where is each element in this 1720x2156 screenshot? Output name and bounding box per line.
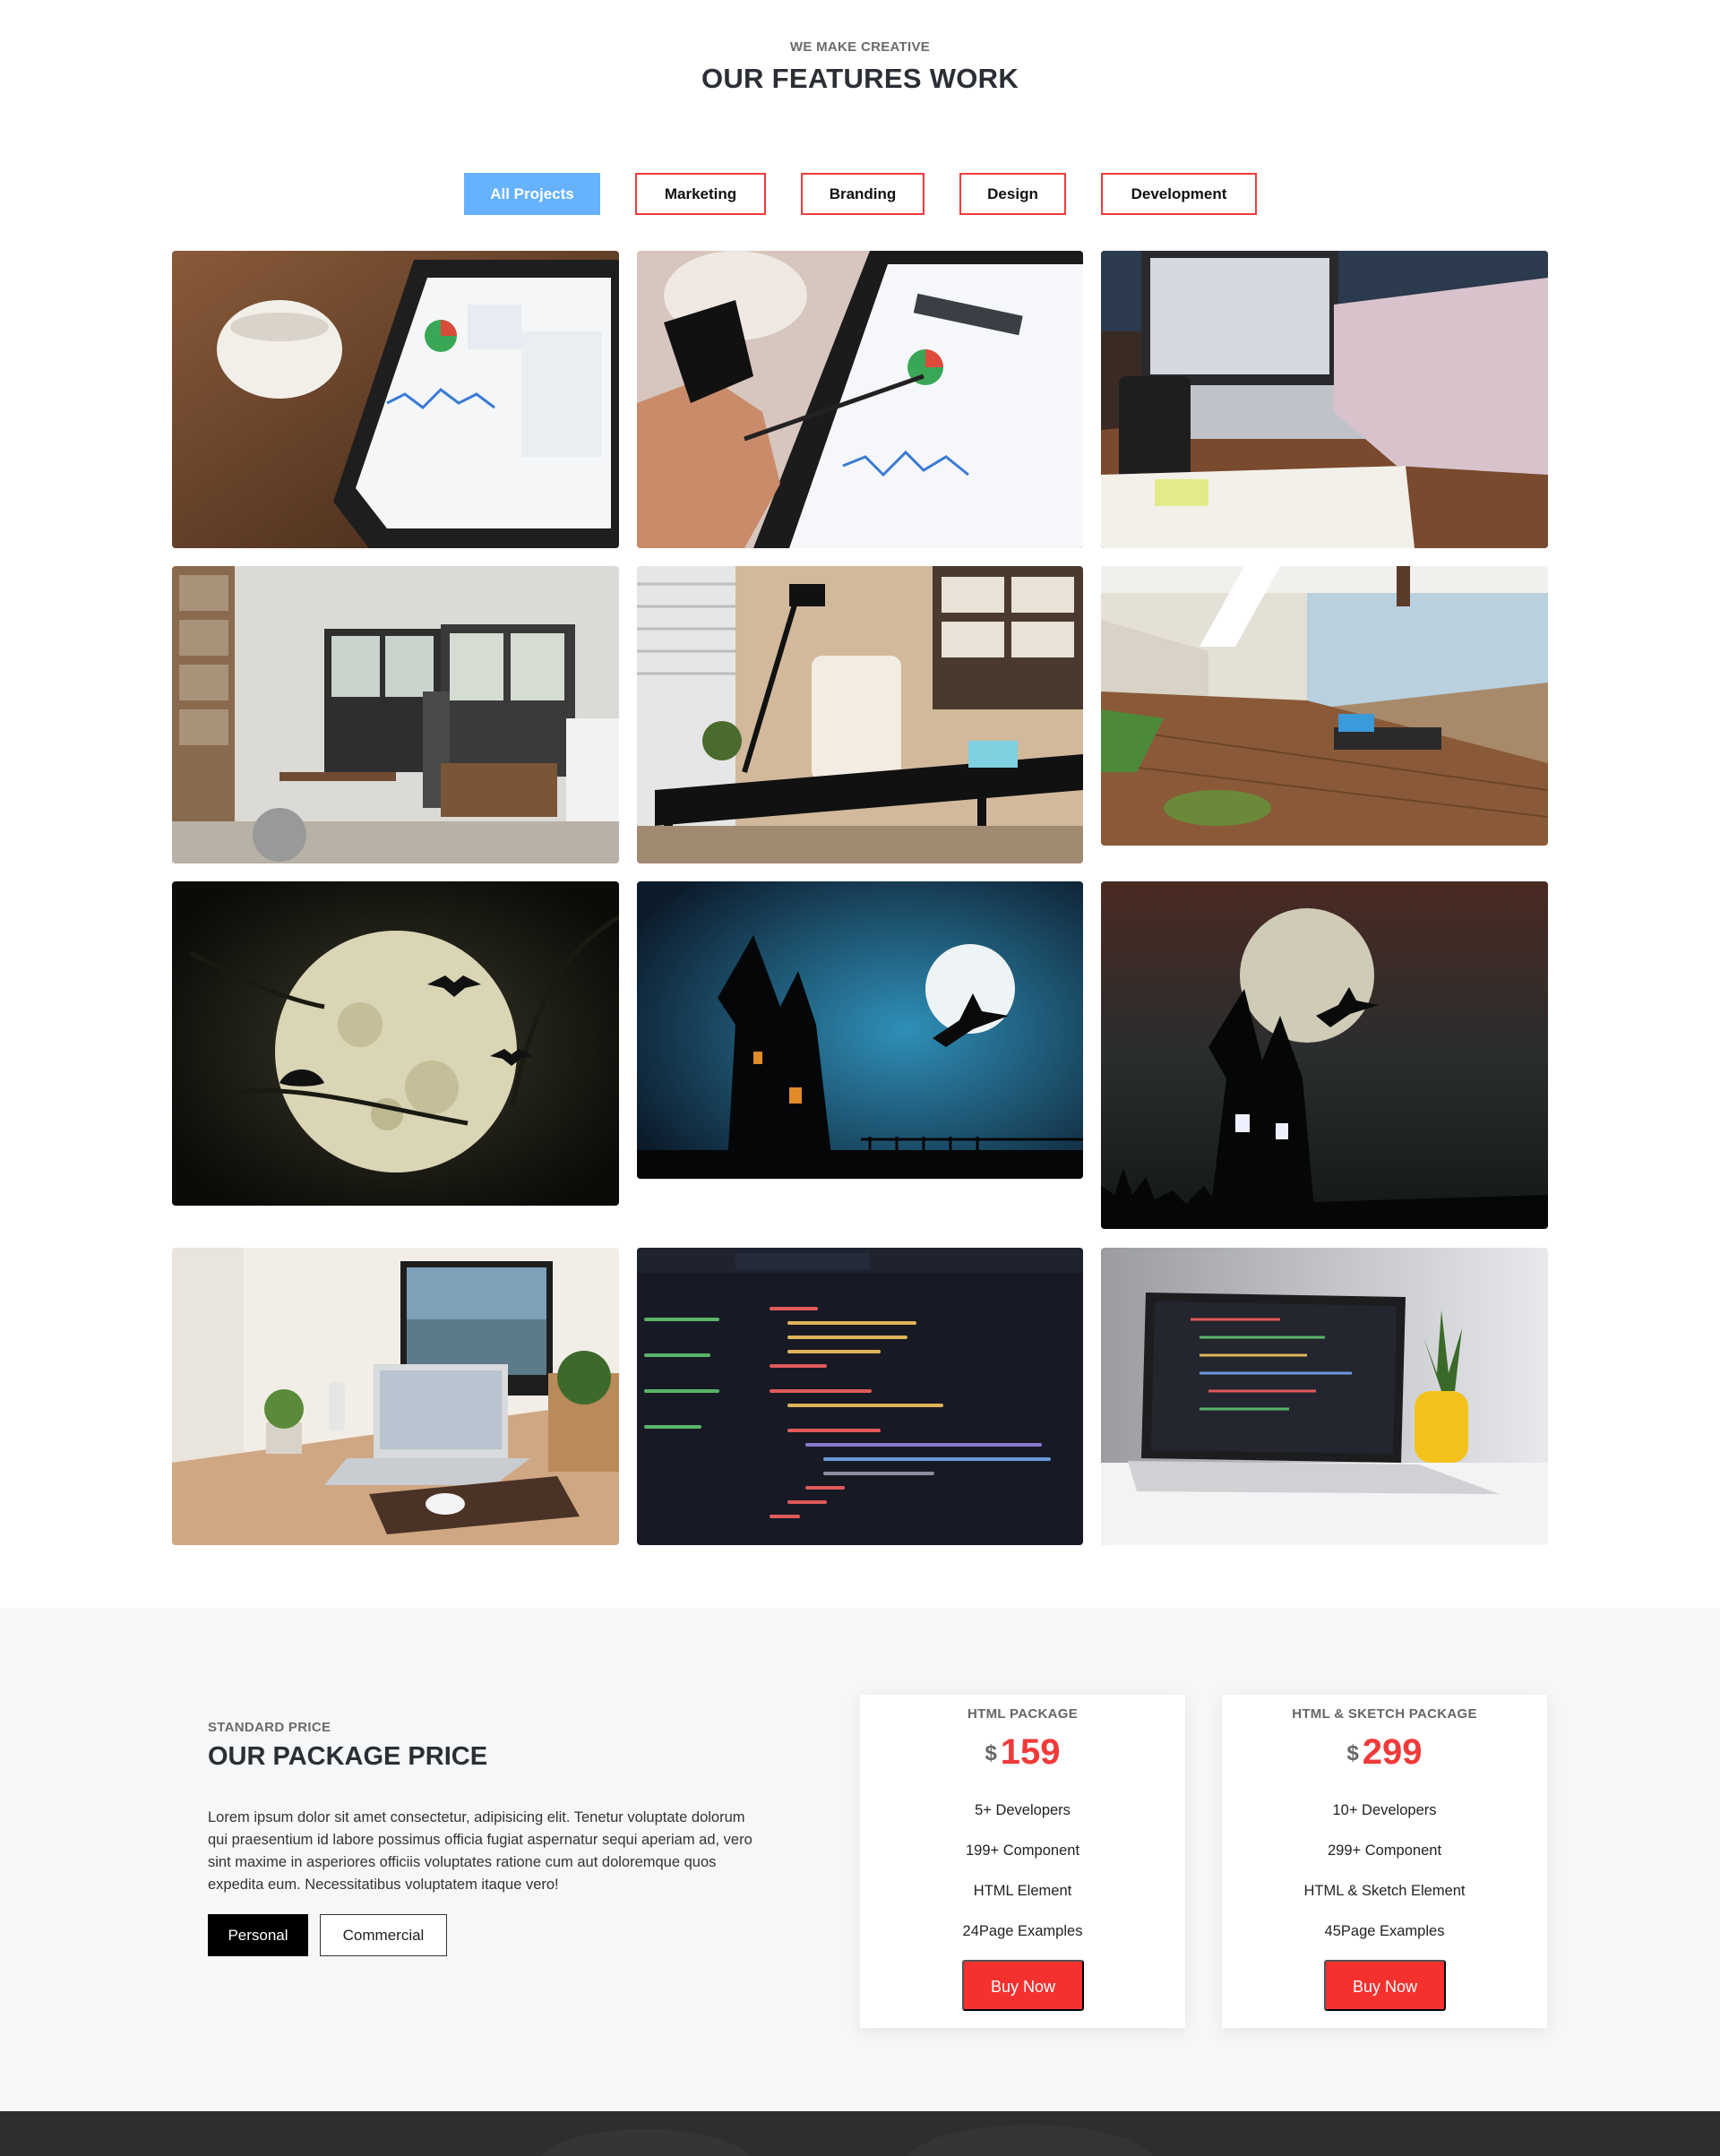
pricing-card-html: HTML PACKAGE $159 5+ Developers 199+ Com… (860, 1695, 1185, 2028)
package-feature: 5+ Developers (975, 1802, 1071, 1818)
package-feature: 10+ Developers (1332, 1802, 1437, 1818)
commercial-toggle-button[interactable]: Commercial (320, 1914, 447, 1956)
portfolio-image-studio-room[interactable] (172, 566, 619, 863)
price-amount: 299 (1362, 1732, 1423, 1772)
currency-symbol: $ (985, 1741, 997, 1765)
package-feature: HTML Element (973, 1883, 1072, 1899)
buy-now-button[interactable]: Buy Now (962, 1960, 1084, 2011)
portfolio-image-laptop-typing[interactable] (1101, 251, 1548, 548)
pricing-description: Lorem ipsum dolor sit amet consectetur, … (208, 1809, 752, 1893)
pricing-title: OUR PACKAGE PRICE (208, 1742, 488, 1771)
package-name: HTML & SKETCH PACKAGE (1292, 1706, 1477, 1722)
section-title: OUR FEATURES WORK (701, 63, 1019, 94)
portfolio-image-code-editor[interactable] (637, 1248, 1083, 1545)
portfolio-image-desk-workspace[interactable] (172, 1248, 619, 1545)
footer-background (0, 2111, 1720, 2156)
section-subtitle: WE MAKE CREATIVE (789, 39, 931, 55)
currency-symbol: $ (1346, 1741, 1359, 1765)
filter-branding[interactable]: Branding (801, 173, 924, 215)
package-feature: HTML & Sketch Element (1303, 1883, 1466, 1899)
buy-now-button[interactable]: Buy Now (1324, 1960, 1446, 2011)
package-price: $299 (1222, 1732, 1547, 1773)
portfolio-image-moon-bats[interactable] (172, 881, 619, 1206)
portfolio-image-witch-castle[interactable] (637, 881, 1083, 1179)
pricing-card-html-sketch: HTML & SKETCH PACKAGE $299 10+ Developer… (1222, 1695, 1547, 2028)
package-feature: 299+ Component (1327, 1842, 1442, 1859)
pricing-subtitle: STANDARD PRICE (208, 1720, 331, 1735)
filter-marketing[interactable]: Marketing (635, 173, 766, 215)
portfolio-image-laptop-code[interactable] (1101, 1248, 1548, 1545)
filter-all-projects[interactable]: All Projects (464, 173, 600, 215)
package-feature: 199+ Component (965, 1842, 1080, 1859)
personal-toggle-button[interactable]: Personal (208, 1914, 308, 1956)
filter-design[interactable]: Design (959, 173, 1066, 215)
pricing-section: STANDARD PRICE OUR PACKAGE PRICE Lorem i… (0, 1608, 1720, 2111)
portfolio-image-tablet-analytics[interactable] (172, 251, 619, 548)
filter-development[interactable]: Development (1101, 173, 1257, 215)
package-feature: 24Page Examples (962, 1923, 1083, 1939)
package-price: $159 (860, 1732, 1185, 1773)
portfolio-image-loft-view[interactable] (1101, 566, 1548, 846)
features-section: WE MAKE CREATIVE OUR FEATURES WORK All P… (0, 0, 1720, 1608)
package-name: HTML PACKAGE (967, 1706, 1079, 1722)
portfolio-image-office-desk[interactable] (637, 566, 1083, 863)
portfolio-image-moon-witch[interactable] (1101, 881, 1548, 1229)
package-feature: 45Page Examples (1324, 1923, 1445, 1939)
price-amount: 159 (1000, 1732, 1061, 1772)
footer-decoration (540, 2125, 1153, 2156)
portfolio-image-pen-chart[interactable] (637, 251, 1083, 548)
